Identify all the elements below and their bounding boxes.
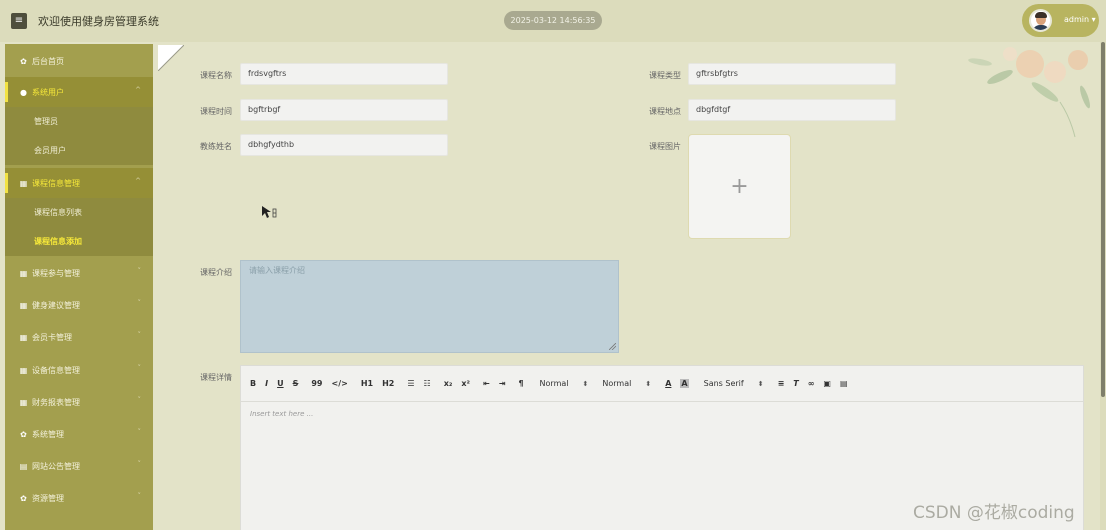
coach-name-label: 教练姓名 bbox=[200, 142, 232, 151]
corner-fold-decoration bbox=[158, 45, 184, 71]
chevron-down-icon: ˅ bbox=[137, 428, 142, 436]
sidebar-subitem-course-list[interactable]: 课程信息列表 bbox=[5, 198, 153, 227]
course-time-input[interactable]: bgftrbgf bbox=[240, 99, 448, 121]
watermark: CSDN @花椒coding bbox=[913, 503, 1075, 523]
chevron-down-icon: ▾ bbox=[1091, 15, 1096, 24]
blockquote-button[interactable]: 99 bbox=[311, 379, 322, 388]
document-icon: ▤ bbox=[19, 461, 28, 471]
sidebar-item-system[interactable]: ✿ 系统管理 ˅ bbox=[5, 419, 153, 449]
grid-icon: ▦ bbox=[19, 300, 28, 310]
grid-icon: ▦ bbox=[19, 178, 28, 188]
grid-icon: ▦ bbox=[19, 397, 28, 407]
ordered-list-icon[interactable]: ☰ bbox=[407, 379, 414, 388]
font-select-arrow-icon: ⬍ bbox=[757, 379, 764, 388]
gear-icon: ✿ bbox=[20, 429, 27, 439]
sidebar-item-home[interactable]: ✿ 后台首页 bbox=[5, 46, 153, 76]
course-type-label: 课程类型 bbox=[649, 71, 681, 80]
gear-icon: ✿ bbox=[20, 493, 27, 503]
sidebar-item-equipment[interactable]: ▦ 设备信息管理 ˅ bbox=[5, 355, 153, 385]
course-intro-label: 课程介绍 bbox=[200, 268, 232, 277]
bold-button[interactable]: B bbox=[250, 379, 256, 388]
resize-handle-icon[interactable] bbox=[609, 343, 616, 350]
top-header: ≡ 欢迎使用健身房管理系统 2025-03-12 14:56:35 admin … bbox=[0, 0, 1106, 42]
chevron-up-icon: ^ bbox=[135, 177, 141, 185]
chevron-down-icon: ˅ bbox=[137, 364, 142, 372]
grid-icon: ▦ bbox=[19, 332, 28, 342]
heading2-button[interactable]: H2 bbox=[382, 379, 394, 388]
course-detail-label: 课程详情 bbox=[200, 373, 232, 382]
avatar bbox=[1029, 9, 1052, 32]
header-select[interactable]: Normal bbox=[602, 379, 631, 388]
sidebar-item-resources[interactable]: ✿ 资源管理 ˅ bbox=[5, 483, 153, 513]
course-intro-textarea[interactable]: 请输入课程介绍 bbox=[240, 260, 619, 353]
image-icon[interactable]: ▣ bbox=[823, 379, 831, 388]
sidebar-item-announcements[interactable]: ▤ 网站公告管理 ˅ bbox=[5, 451, 153, 481]
superscript-button[interactable]: x² bbox=[461, 379, 470, 388]
font-color-icon[interactable]: A bbox=[665, 379, 671, 388]
coach-name-input[interactable]: dbhgfydthb bbox=[240, 134, 448, 156]
header-select-arrow-icon: ⬍ bbox=[645, 379, 652, 388]
editor-content[interactable]: Insert text here ... bbox=[250, 410, 313, 418]
plus-icon: + bbox=[730, 174, 749, 199]
flower-decoration bbox=[968, 47, 1090, 138]
course-time-label: 课程时间 bbox=[200, 107, 232, 116]
sidebar-subitem-admins[interactable]: 管理员 bbox=[5, 107, 153, 136]
image-upload-box[interactable]: + bbox=[688, 134, 791, 239]
course-name-label: 课程名称 bbox=[200, 71, 232, 80]
mouse-cursor-icon bbox=[262, 206, 277, 218]
editor-toolbar: B I U S 99 </> H1 H2 ☰ ☷ x₂ x² ⇤ ⇥ ¶ Nor… bbox=[241, 366, 1083, 402]
subscript-button[interactable]: x₂ bbox=[444, 379, 453, 388]
course-intro-placeholder: 请输入课程介绍 bbox=[249, 266, 305, 275]
text-direction-icon[interactable]: ¶ bbox=[518, 379, 523, 388]
chevron-up-icon: ^ bbox=[135, 86, 141, 94]
sidebar-item-course-info[interactable]: ▦ 课程信息管理 ^ bbox=[5, 168, 153, 198]
bullet-list-icon[interactable]: ☷ bbox=[424, 379, 431, 388]
course-location-label: 课程地点 bbox=[649, 107, 681, 116]
size-select[interactable]: Normal bbox=[540, 379, 569, 388]
user-name: admin ▾ bbox=[1064, 15, 1096, 24]
user-menu[interactable]: admin ▾ bbox=[1022, 4, 1099, 37]
outdent-icon[interactable]: ⇤ bbox=[483, 379, 490, 388]
chevron-down-icon: ˅ bbox=[137, 492, 142, 500]
sidebar-item-course-participation[interactable]: ▦ 课程参与管理 ˅ bbox=[5, 258, 153, 288]
gear-icon: ✿ bbox=[20, 56, 27, 66]
course-location-input[interactable]: dbgfdtgf bbox=[688, 99, 896, 121]
course-image-label: 课程图片 bbox=[649, 142, 681, 151]
strike-button[interactable]: S bbox=[293, 379, 299, 388]
code-block-button[interactable]: </> bbox=[332, 379, 348, 388]
datetime-badge: 2025-03-12 14:56:35 bbox=[504, 11, 602, 30]
sidebar-item-system-users[interactable]: ● 系统用户 ^ bbox=[5, 77, 153, 107]
sidebar-item-finance[interactable]: ▦ 财务报表管理 ˅ bbox=[5, 387, 153, 417]
size-select-arrow-icon: ⬍ bbox=[582, 379, 589, 388]
scrollbar-thumb[interactable] bbox=[1101, 42, 1105, 397]
grid-icon: ▦ bbox=[19, 268, 28, 278]
font-select[interactable]: Sans Serif bbox=[704, 379, 744, 388]
chevron-down-icon: ˅ bbox=[137, 331, 142, 339]
indent-icon[interactable]: ⇥ bbox=[499, 379, 506, 388]
grid-icon: ▦ bbox=[19, 365, 28, 375]
chevron-down-icon: ˅ bbox=[137, 396, 142, 404]
underline-button[interactable]: U bbox=[277, 379, 284, 388]
video-icon[interactable]: ▤ bbox=[840, 379, 848, 388]
sidebar-subitem-members[interactable]: 会员用户 bbox=[5, 136, 153, 165]
italic-button[interactable]: I bbox=[265, 379, 268, 388]
course-name-input[interactable]: frdsvgftrs bbox=[240, 63, 448, 85]
chevron-down-icon: ˅ bbox=[137, 267, 142, 275]
link-icon[interactable]: ∞ bbox=[808, 379, 815, 388]
sidebar: ✿ 后台首页 ● 系统用户 ^ 管理员 会员用户 ▦ 课程信息管理 ^ 课程信息… bbox=[5, 44, 153, 530]
sidebar-item-member-card[interactable]: ▦ 会员卡管理 ˅ bbox=[5, 322, 153, 352]
sidebar-item-fitness-advice[interactable]: ▦ 健身建议管理 ˅ bbox=[5, 290, 153, 320]
background-color-icon[interactable]: A bbox=[680, 379, 689, 388]
align-icon[interactable]: ≡ bbox=[778, 379, 785, 388]
sidebar-subitem-course-add[interactable]: 课程信息添加 bbox=[5, 227, 153, 256]
course-type-input[interactable]: gftrsbfgtrs bbox=[688, 63, 896, 85]
heading1-button[interactable]: H1 bbox=[361, 379, 373, 388]
chevron-down-icon: ˅ bbox=[137, 299, 142, 307]
user-icon: ● bbox=[20, 87, 27, 97]
app-title: 欢迎使用健身房管理系统 bbox=[38, 15, 159, 28]
hamburger-icon[interactable]: ≡ bbox=[11, 13, 27, 29]
chevron-down-icon: ˅ bbox=[137, 460, 142, 468]
clear-format-icon[interactable]: T bbox=[793, 379, 798, 388]
